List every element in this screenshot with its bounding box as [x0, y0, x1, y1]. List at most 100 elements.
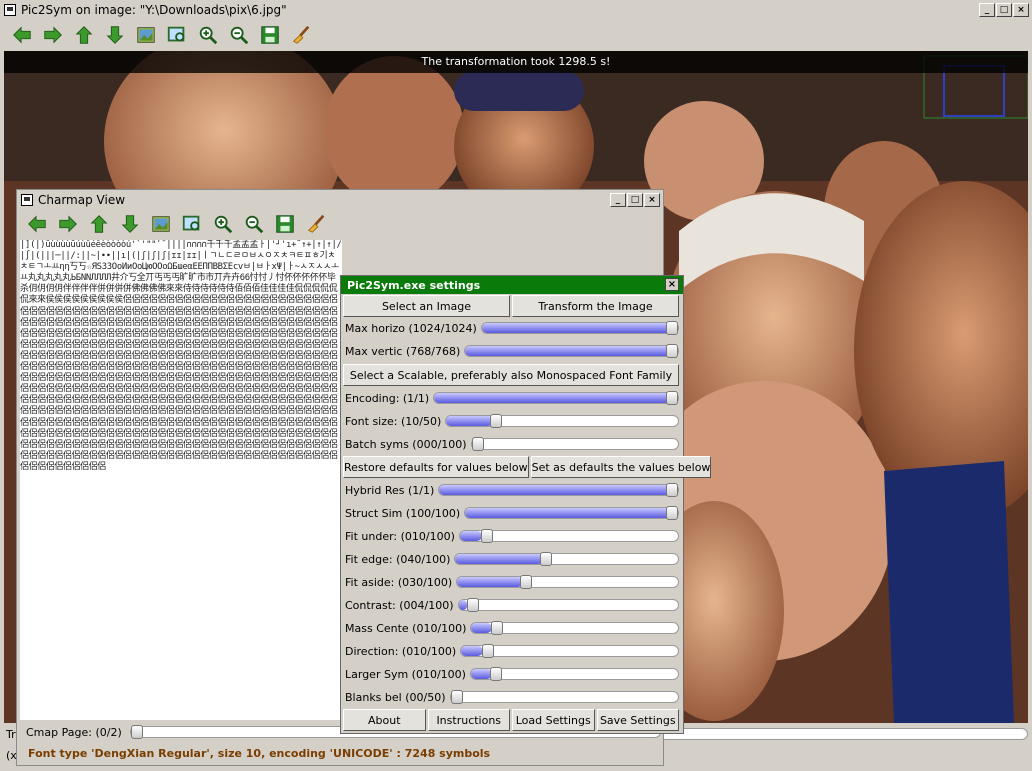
- save-icon: [259, 24, 281, 49]
- charmap-arrow-up-button[interactable]: [87, 213, 111, 237]
- charmap-toolbar: [25, 213, 328, 237]
- match-slider[interactable]: [457, 598, 679, 612]
- match-slider[interactable]: [470, 621, 679, 635]
- charmap-image-button[interactable]: [149, 213, 173, 237]
- main-arrow-right-button[interactable]: [41, 24, 65, 48]
- charmap-zoom-in-button[interactable]: [211, 213, 235, 237]
- close-button[interactable]: ×: [1013, 3, 1029, 17]
- font-slider[interactable]: [445, 414, 679, 428]
- charmap-arrow-left-button[interactable]: [25, 213, 49, 237]
- match-slider[interactable]: [454, 552, 679, 566]
- match-slider[interactable]: [456, 575, 679, 589]
- transform-image-button[interactable]: Transform the Image: [512, 295, 679, 317]
- settings-close-button[interactable]: ×: [665, 278, 679, 291]
- main-titlebar[interactable]: Pic2Sym on image: "Y:\Downloads\pix\6.jp…: [0, 0, 1032, 20]
- charmap-zoom-out-button[interactable]: [242, 213, 266, 237]
- font-slider-row: Font size: (10/50): [343, 410, 679, 432]
- charmap-titlebar[interactable]: Charmap View _ □ ×: [17, 190, 663, 210]
- font-slider[interactable]: [470, 437, 679, 451]
- main-broom-button[interactable]: [289, 24, 313, 48]
- match-slider-thumb[interactable]: [519, 575, 532, 589]
- image-icon: [150, 213, 172, 238]
- match-slider-row: Blanks bel (00/50): [343, 686, 679, 708]
- charmap-arrow-right-button[interactable]: [56, 213, 80, 237]
- zoom-in-icon: [197, 24, 219, 49]
- arrow-up-icon: [73, 24, 95, 49]
- match-slider-thumb[interactable]: [539, 552, 552, 566]
- charmap-broom-button[interactable]: [304, 213, 328, 237]
- match-slider-label: Mass Cente (010/100): [345, 621, 467, 635]
- match-slider-label: Struct Sim (100/100): [345, 506, 461, 520]
- charmap-maximize-button[interactable]: □: [627, 193, 643, 207]
- charmap-glyph-grid[interactable]: |](|)ūùùùùūúùûéêèòòòòú'`'""ʹˉ||||∩∩∩∩千千千…: [20, 240, 342, 720]
- match-slider-row: Fit edge: (040/100): [343, 548, 679, 570]
- charmap-close-button[interactable]: ×: [644, 193, 660, 207]
- match-slider-row: Fit aside: (030/100): [343, 571, 679, 593]
- main-arrow-up-button[interactable]: [72, 24, 96, 48]
- size-slider-thumb[interactable]: [666, 344, 678, 358]
- status-banner: The transformation took 1298.5 s!: [4, 51, 1028, 73]
- load-settings-button[interactable]: Load Settings: [512, 709, 595, 731]
- zoom-out-icon: [228, 24, 250, 49]
- match-slider-label: Hybrid Res (1/1): [345, 483, 435, 497]
- bottom-buttons-row: About Instructions Load Settings Save Se…: [343, 709, 679, 731]
- about-button[interactable]: About: [343, 709, 426, 731]
- maximize-button[interactable]: □: [996, 3, 1012, 17]
- arrow-right-icon: [57, 213, 79, 238]
- main-image-button[interactable]: [134, 24, 158, 48]
- charmap-zoom-fit-button[interactable]: [180, 213, 204, 237]
- arrow-right-icon: [42, 24, 64, 49]
- match-slider-thumb[interactable]: [490, 621, 503, 635]
- cmap-page-thumb[interactable]: [130, 725, 143, 739]
- match-slider[interactable]: [438, 483, 679, 497]
- match-slider[interactable]: [469, 667, 679, 681]
- match-slider-thumb[interactable]: [666, 506, 678, 520]
- settings-window: Pic2Sym.exe settings × Select an Image T…: [340, 275, 712, 734]
- charmap-minimize-button[interactable]: _: [610, 193, 626, 207]
- main-arrow-down-button[interactable]: [103, 24, 127, 48]
- minimize-button[interactable]: _: [979, 3, 995, 17]
- match-slider-fill: [439, 485, 678, 495]
- arrow-down-icon: [104, 24, 126, 49]
- size-slider[interactable]: [480, 321, 679, 335]
- size-slider-row: Max vertic (768/768): [343, 340, 679, 362]
- main-save-button[interactable]: [258, 24, 282, 48]
- match-slider-thumb[interactable]: [666, 483, 678, 497]
- broom-icon: [290, 24, 312, 49]
- settings-title: Pic2Sym.exe settings: [347, 278, 481, 292]
- match-slider-thumb[interactable]: [466, 598, 479, 612]
- font-slider-thumb[interactable]: [490, 414, 503, 428]
- charmap-arrow-down-button[interactable]: [118, 213, 142, 237]
- instructions-button[interactable]: Instructions: [427, 709, 510, 731]
- font-status: Font type 'DengXian Regular', size 10, e…: [28, 747, 491, 760]
- restore-defaults-button[interactable]: Restore defaults for values below: [343, 456, 529, 478]
- match-slider[interactable]: [458, 529, 679, 543]
- main-zoom-fit-button[interactable]: [165, 24, 189, 48]
- arrow-left-icon: [11, 24, 33, 49]
- main-zoom-out-button[interactable]: [227, 24, 251, 48]
- match-slider[interactable]: [464, 506, 679, 520]
- set-defaults-button[interactable]: Set as defaults the values below: [530, 456, 712, 478]
- select-image-button[interactable]: Select an Image: [343, 295, 510, 317]
- charmap-save-button[interactable]: [273, 213, 297, 237]
- font-slider[interactable]: [433, 391, 679, 405]
- match-slider[interactable]: [460, 644, 679, 658]
- main-arrow-left-button[interactable]: [10, 24, 34, 48]
- charmap-title: Charmap View: [38, 193, 126, 207]
- size-slider-thumb[interactable]: [666, 321, 678, 335]
- size-slider[interactable]: [464, 344, 679, 358]
- match-slider-thumb[interactable]: [450, 690, 463, 704]
- font-slider-thumb[interactable]: [666, 391, 678, 405]
- match-slider[interactable]: [449, 690, 679, 704]
- match-slider-fill: [465, 508, 678, 518]
- zoom-in-icon: [212, 213, 234, 238]
- main-zoom-in-button[interactable]: [196, 24, 220, 48]
- settings-titlebar[interactable]: Pic2Sym.exe settings ×: [341, 276, 683, 294]
- select-font-button[interactable]: Select a Scalable, preferably also Monos…: [343, 364, 679, 386]
- font-slider-thumb[interactable]: [471, 437, 484, 451]
- match-slider-thumb[interactable]: [481, 644, 494, 658]
- match-slider-thumb[interactable]: [480, 529, 493, 543]
- save-settings-button[interactable]: Save Settings: [596, 709, 679, 731]
- save-icon: [274, 213, 296, 238]
- match-slider-thumb[interactable]: [490, 667, 503, 681]
